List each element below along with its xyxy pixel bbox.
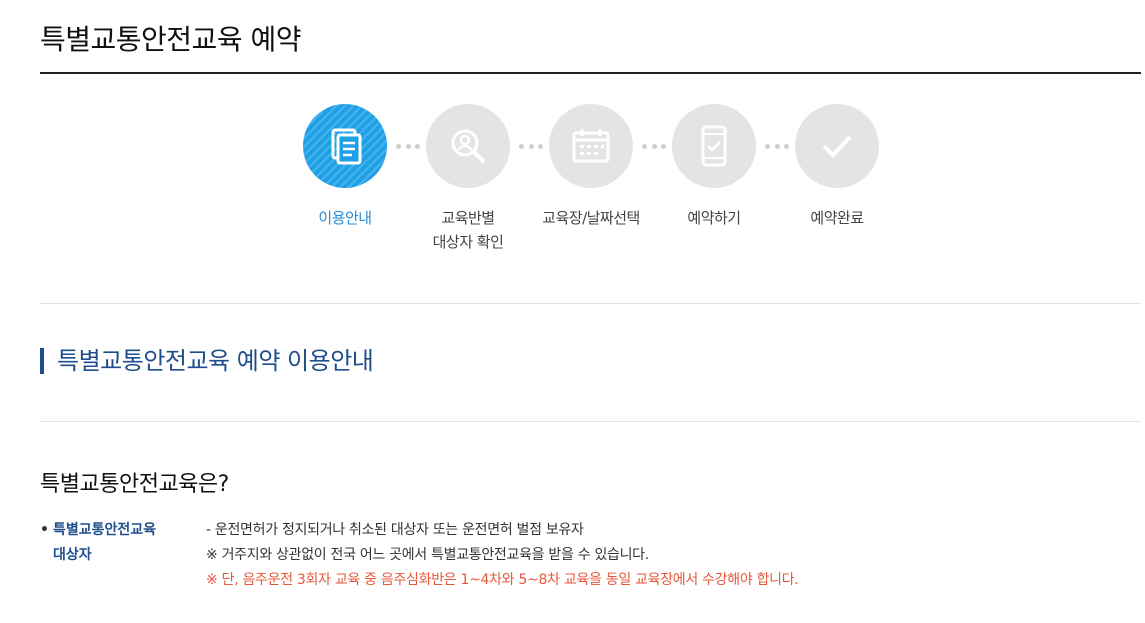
step-label: 예약하기 — [687, 209, 741, 227]
intro-heading: 특별교통안전교육은? — [40, 472, 229, 497]
step-progress: 이용안내 교육반별 대상자 확인 교육장/날짜선택 예약하기 예약완료 — [0, 104, 1145, 264]
section-divider — [40, 303, 1141, 304]
step-label: 예약완료 — [810, 209, 864, 227]
info-term: • 특별교통안전교육 대상자 — [40, 518, 190, 568]
desc-line: ※ 거주지와 상관없이 전국 어느 곳에서 특별교통안전교육을 받을 수 있습니… — [206, 547, 649, 563]
mobile-check-icon — [701, 125, 727, 167]
document-icon — [331, 128, 362, 165]
desc-line: - 운전면허가 정지되거나 취소된 대상자 또는 운전면허 벌점 보유자 — [206, 522, 584, 538]
step-circle — [672, 104, 756, 188]
bullet: • — [40, 522, 49, 538]
step-circle-active — [303, 104, 387, 188]
calendar-icon — [572, 129, 610, 163]
page-title: 특별교통안전교육 예약 — [40, 23, 302, 56]
step-reserve: 예약하기 — [654, 104, 774, 230]
check-icon — [822, 135, 852, 158]
step-label: 교육장/날짜선택 — [542, 209, 640, 227]
section-title: 특별교통안전교육 예약 이용안내 — [40, 348, 374, 374]
step-label: 교육반별 대상자 확인 — [432, 209, 504, 251]
section-divider — [40, 421, 1141, 422]
info-description: - 운전면허가 정지되거나 취소된 대상자 또는 운전면허 벌점 보유자 ※ 거… — [206, 518, 799, 593]
step-label: 이용안내 — [318, 209, 372, 227]
term-line: 특별교통안전교육 — [53, 522, 157, 538]
step-class-target-check: 교육반별 대상자 확인 — [408, 104, 528, 254]
step-circle — [795, 104, 879, 188]
step-usage-guide: 이용안내 — [285, 104, 405, 230]
warning-note: ※ 단, 음주운전 3회자 교육 중 음주심화반은 1~4차와 5~8차 교육을… — [206, 572, 799, 588]
step-circle — [426, 104, 510, 188]
search-person-icon — [451, 129, 485, 163]
term-line: 대상자 — [53, 547, 92, 563]
title-divider — [40, 72, 1141, 74]
step-venue-date-select: 교육장/날짜선택 — [531, 104, 651, 230]
step-circle — [549, 104, 633, 188]
step-complete: 예약완료 — [777, 104, 897, 230]
